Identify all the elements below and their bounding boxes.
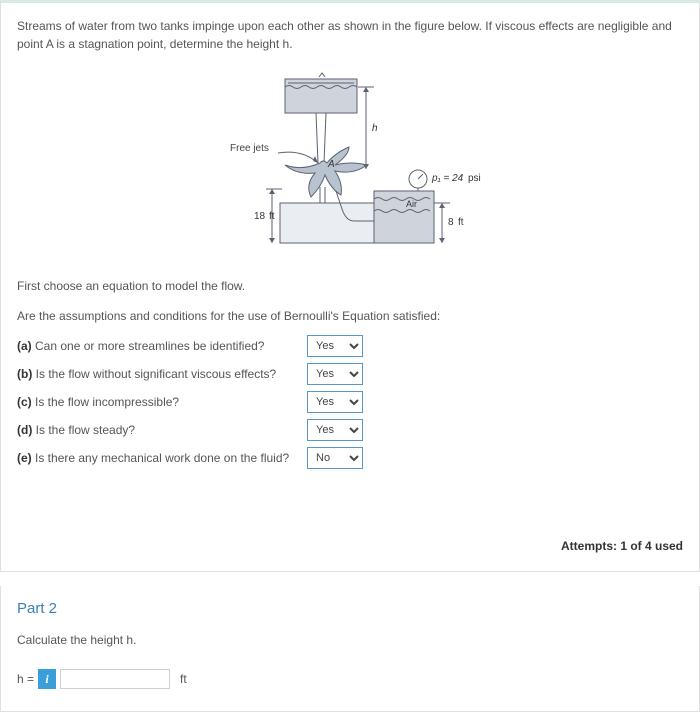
condition-label: (c) Is the flow incompressible? [17,395,307,409]
pressure-unit: psi [468,173,481,184]
height-input[interactable] [60,669,170,689]
part2-prompt: Calculate the height h. [17,633,683,647]
problem-statement: Streams of water from two tanks impinge … [17,17,683,53]
condition-row-d: (d) Is the flow steady? Yes [17,419,683,441]
condition-row-c: (c) Is the flow incompressible? Yes [17,391,683,413]
part2-title: Part 2 [1,586,699,617]
choose-equation-text: First choose an equation to model the fl… [17,279,683,293]
answer-unit: ft [180,672,187,686]
condition-label: (e) Is there any mechanical work done on… [17,451,307,465]
tank-diagram-svg: A Free jets 18 ft h Air [170,71,530,261]
info-icon[interactable]: i [38,669,56,689]
condition-row-b: (b) Is the flow without significant visc… [17,363,683,385]
answer-row: h = i ft [17,669,683,689]
condition-label: (a) Can one or more streamlines be ident… [17,339,307,353]
answer-variable: h = [17,672,34,686]
condition-row-a: (a) Can one or more streamlines be ident… [17,335,683,357]
figure-container: A Free jets 18 ft h Air [17,71,683,261]
problem-section: Streams of water from two tanks impinge … [0,0,700,572]
right-height-value: 8 [448,217,454,228]
problem-text: Streams of water from two tanks impinge … [17,19,672,51]
condition-row-e: (e) Is there any mechanical work done on… [17,447,683,469]
left-height-unit: ft [269,211,275,222]
condition-select-d[interactable]: Yes [307,419,363,441]
right-height-unit: ft [458,217,464,228]
pressure-label: p₁ = 24 [431,173,464,184]
condition-select-c[interactable]: Yes [307,391,363,413]
left-height-value: 18 [254,211,266,222]
condition-select-b[interactable]: Yes [307,363,363,385]
condition-select-a[interactable]: Yes [307,335,363,357]
free-jets-label: Free jets [230,143,269,154]
part2-section: Part 2 Calculate the height h. h = i ft [0,586,700,712]
attempts-text: Attempts: 1 of 4 used [17,539,683,553]
air-label: Air [406,199,417,209]
point-a-label: A [327,159,335,170]
condition-label: (b) Is the flow without significant visc… [17,367,307,381]
h-label: h [372,123,378,134]
condition-select-e[interactable]: No [307,447,363,469]
condition-label: (d) Is the flow steady? [17,423,307,437]
assumptions-text: Are the assumptions and conditions for t… [17,309,683,323]
